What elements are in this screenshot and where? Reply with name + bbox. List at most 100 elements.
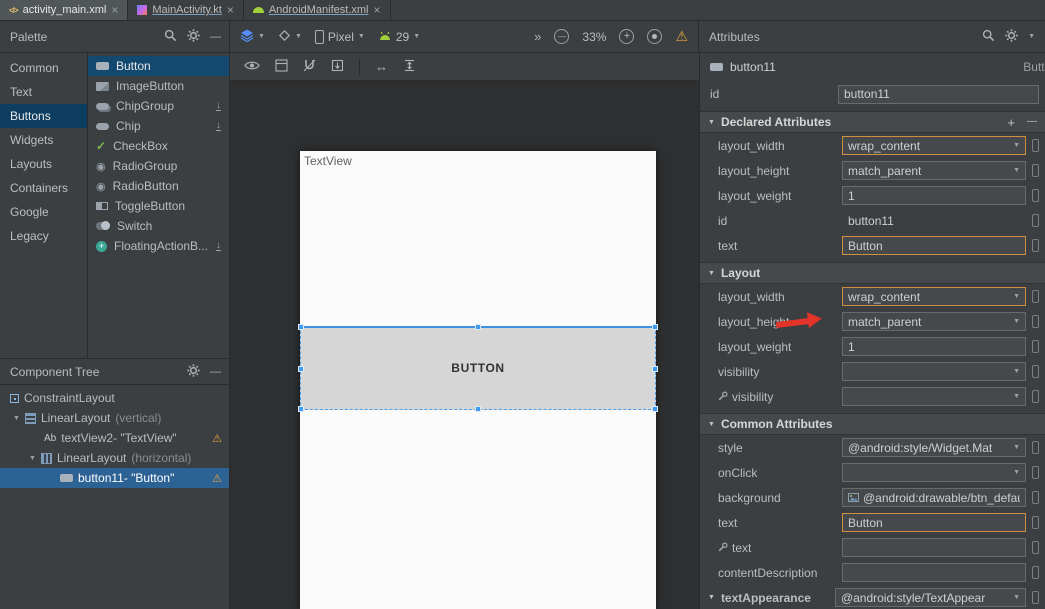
- contentdescription-input[interactable]: [842, 563, 1026, 582]
- pick-resource-button[interactable]: [1032, 340, 1039, 353]
- text-input[interactable]: Button: [842, 513, 1026, 532]
- palette-item-chipgroup[interactable]: ChipGroup ↓: [88, 96, 229, 116]
- warning-icon[interactable]: ⚠: [212, 472, 222, 485]
- border-frame-icon[interactable]: [275, 59, 288, 75]
- pick-resource-button[interactable]: [1032, 315, 1039, 328]
- pick-resource-button[interactable]: [1032, 541, 1039, 554]
- add-attribute-button[interactable]: +: [1007, 116, 1015, 129]
- palette-item-switch[interactable]: Switch: [88, 216, 229, 236]
- tab-androidmanifest-xml[interactable]: AndroidManifest.xml ×: [244, 0, 391, 20]
- expand-triangle-icon[interactable]: ▼: [29, 455, 36, 462]
- tools-visibility-dropdown[interactable]: ▼: [842, 387, 1026, 406]
- section-layout[interactable]: ▼ Layout: [700, 262, 1045, 284]
- download-icon[interactable]: ↓: [216, 241, 221, 251]
- palette-item-checkbox[interactable]: CheckBox: [88, 136, 229, 156]
- overflow-chevrons-icon[interactable]: »: [534, 29, 541, 44]
- warnings-icon[interactable]: ⚠: [675, 28, 688, 45]
- resize-handle[interactable]: [652, 366, 658, 372]
- tools-text-input[interactable]: [842, 538, 1026, 557]
- eye-icon[interactable]: [244, 60, 260, 74]
- chevron-down-icon[interactable]: ▼: [1028, 33, 1035, 40]
- remove-attribute-button[interactable]: —: [1027, 117, 1037, 127]
- palette-item-imagebutton[interactable]: ImageButton: [88, 76, 229, 96]
- pick-resource-button[interactable]: [1032, 214, 1039, 227]
- section-declared-attributes[interactable]: ▼ Declared Attributes + —: [700, 111, 1045, 133]
- category-text[interactable]: Text: [0, 80, 87, 104]
- tab-mainactivity-kt[interactable]: MainActivity.kt ×: [128, 0, 244, 20]
- warning-icon[interactable]: ⚠: [212, 432, 222, 445]
- api-level-selector[interactable]: 29 ▼: [378, 30, 420, 44]
- category-common[interactable]: Common: [0, 56, 87, 80]
- close-icon[interactable]: ×: [374, 5, 381, 15]
- tree-item-constraintlayout[interactable]: ConstraintLayout: [0, 388, 229, 408]
- gear-icon[interactable]: [187, 364, 200, 380]
- pick-resource-button[interactable]: [1032, 290, 1039, 303]
- collapse-triangle-icon[interactable]: ▼: [708, 594, 715, 601]
- layout-width-dropdown[interactable]: wrap_content ▼: [842, 136, 1026, 155]
- device-selector[interactable]: Pixel ▼: [315, 30, 365, 44]
- search-icon[interactable]: [982, 29, 995, 45]
- pick-resource-button[interactable]: [1032, 516, 1039, 529]
- minimize-icon[interactable]: —: [210, 366, 221, 378]
- canvas-button-widget[interactable]: BUTTON: [300, 326, 656, 410]
- category-buttons[interactable]: Buttons: [0, 104, 87, 128]
- expand-triangle-icon[interactable]: ▼: [13, 415, 20, 422]
- layout-height-dropdown[interactable]: match_parent ▼: [842, 312, 1026, 331]
- pick-resource-button[interactable]: [1032, 566, 1039, 579]
- category-legacy[interactable]: Legacy: [0, 224, 87, 248]
- category-containers[interactable]: Containers: [0, 176, 87, 200]
- pick-resource-button[interactable]: [1032, 365, 1039, 378]
- design-canvas[interactable]: TextView BUTTON: [230, 81, 699, 609]
- orientation-selector[interactable]: ▼: [278, 29, 302, 45]
- palette-item-radiogroup[interactable]: RadioGroup: [88, 156, 229, 176]
- pick-resource-button[interactable]: [1032, 441, 1039, 454]
- tree-item-linearlayout-vertical[interactable]: ▼ LinearLayout (vertical): [0, 408, 229, 428]
- magnet-icon[interactable]: [303, 59, 316, 75]
- layout-width-dropdown[interactable]: wrap_content ▼: [842, 287, 1026, 306]
- palette-item-floatingactionbutton[interactable]: FloatingActionB... ↓: [88, 236, 229, 256]
- category-google[interactable]: Google: [0, 200, 87, 224]
- resize-handle[interactable]: [652, 406, 658, 412]
- pick-resource-button[interactable]: [1032, 164, 1039, 177]
- category-layouts[interactable]: Layouts: [0, 152, 87, 176]
- download-icon[interactable]: ↓: [216, 101, 221, 111]
- design-surface-selector[interactable]: ▼: [240, 29, 265, 45]
- pick-resource-button[interactable]: [1032, 591, 1039, 604]
- visibility-dropdown[interactable]: ▼: [842, 362, 1026, 381]
- gear-icon[interactable]: [187, 29, 200, 45]
- layout-height-dropdown[interactable]: match_parent ▼: [842, 161, 1026, 180]
- id-value[interactable]: button11: [842, 211, 1026, 230]
- pick-resource-button[interactable]: [1032, 189, 1039, 202]
- close-icon[interactable]: ×: [227, 5, 234, 15]
- pick-resource-button[interactable]: [1032, 466, 1039, 479]
- tree-item-linearlayout-horizontal[interactable]: ▼ LinearLayout (horizontal): [0, 448, 229, 468]
- pick-resource-button[interactable]: [1032, 239, 1039, 252]
- resize-handle[interactable]: [475, 406, 481, 412]
- id-input[interactable]: button11: [838, 85, 1039, 104]
- expand-horizontal-icon[interactable]: ↔: [375, 59, 388, 74]
- zoom-out-button[interactable]: —: [554, 29, 569, 44]
- section-common-attributes[interactable]: ▼ Common Attributes: [700, 413, 1045, 435]
- palette-item-radiobutton[interactable]: RadioButton: [88, 176, 229, 196]
- palette-item-togglebutton[interactable]: ToggleButton: [88, 196, 229, 216]
- palette-item-button[interactable]: Button: [88, 56, 229, 76]
- default-margins-icon[interactable]: [331, 59, 344, 75]
- text-input[interactable]: Button: [842, 236, 1026, 255]
- layout-weight-input[interactable]: 1: [842, 337, 1026, 356]
- download-icon[interactable]: ↓: [216, 121, 221, 131]
- search-icon[interactable]: [164, 29, 177, 45]
- zoom-in-button[interactable]: +: [619, 29, 634, 44]
- pick-resource-button[interactable]: [1032, 491, 1039, 504]
- resize-handle[interactable]: [298, 406, 304, 412]
- distribute-vertical-icon[interactable]: [403, 59, 416, 75]
- gear-icon[interactable]: [1005, 29, 1018, 45]
- palette-item-chip[interactable]: Chip ↓: [88, 116, 229, 136]
- pick-resource-button[interactable]: [1032, 390, 1039, 403]
- background-input[interactable]: @android:drawable/btn_defau: [842, 488, 1026, 507]
- close-icon[interactable]: ×: [111, 5, 118, 15]
- device-artboard[interactable]: TextView BUTTON: [300, 151, 656, 609]
- resize-handle[interactable]: [652, 324, 658, 330]
- tree-item-button11[interactable]: button11- "Button" ⚠: [0, 468, 229, 488]
- pick-resource-button[interactable]: [1032, 139, 1039, 152]
- onclick-dropdown[interactable]: ▼: [842, 463, 1026, 482]
